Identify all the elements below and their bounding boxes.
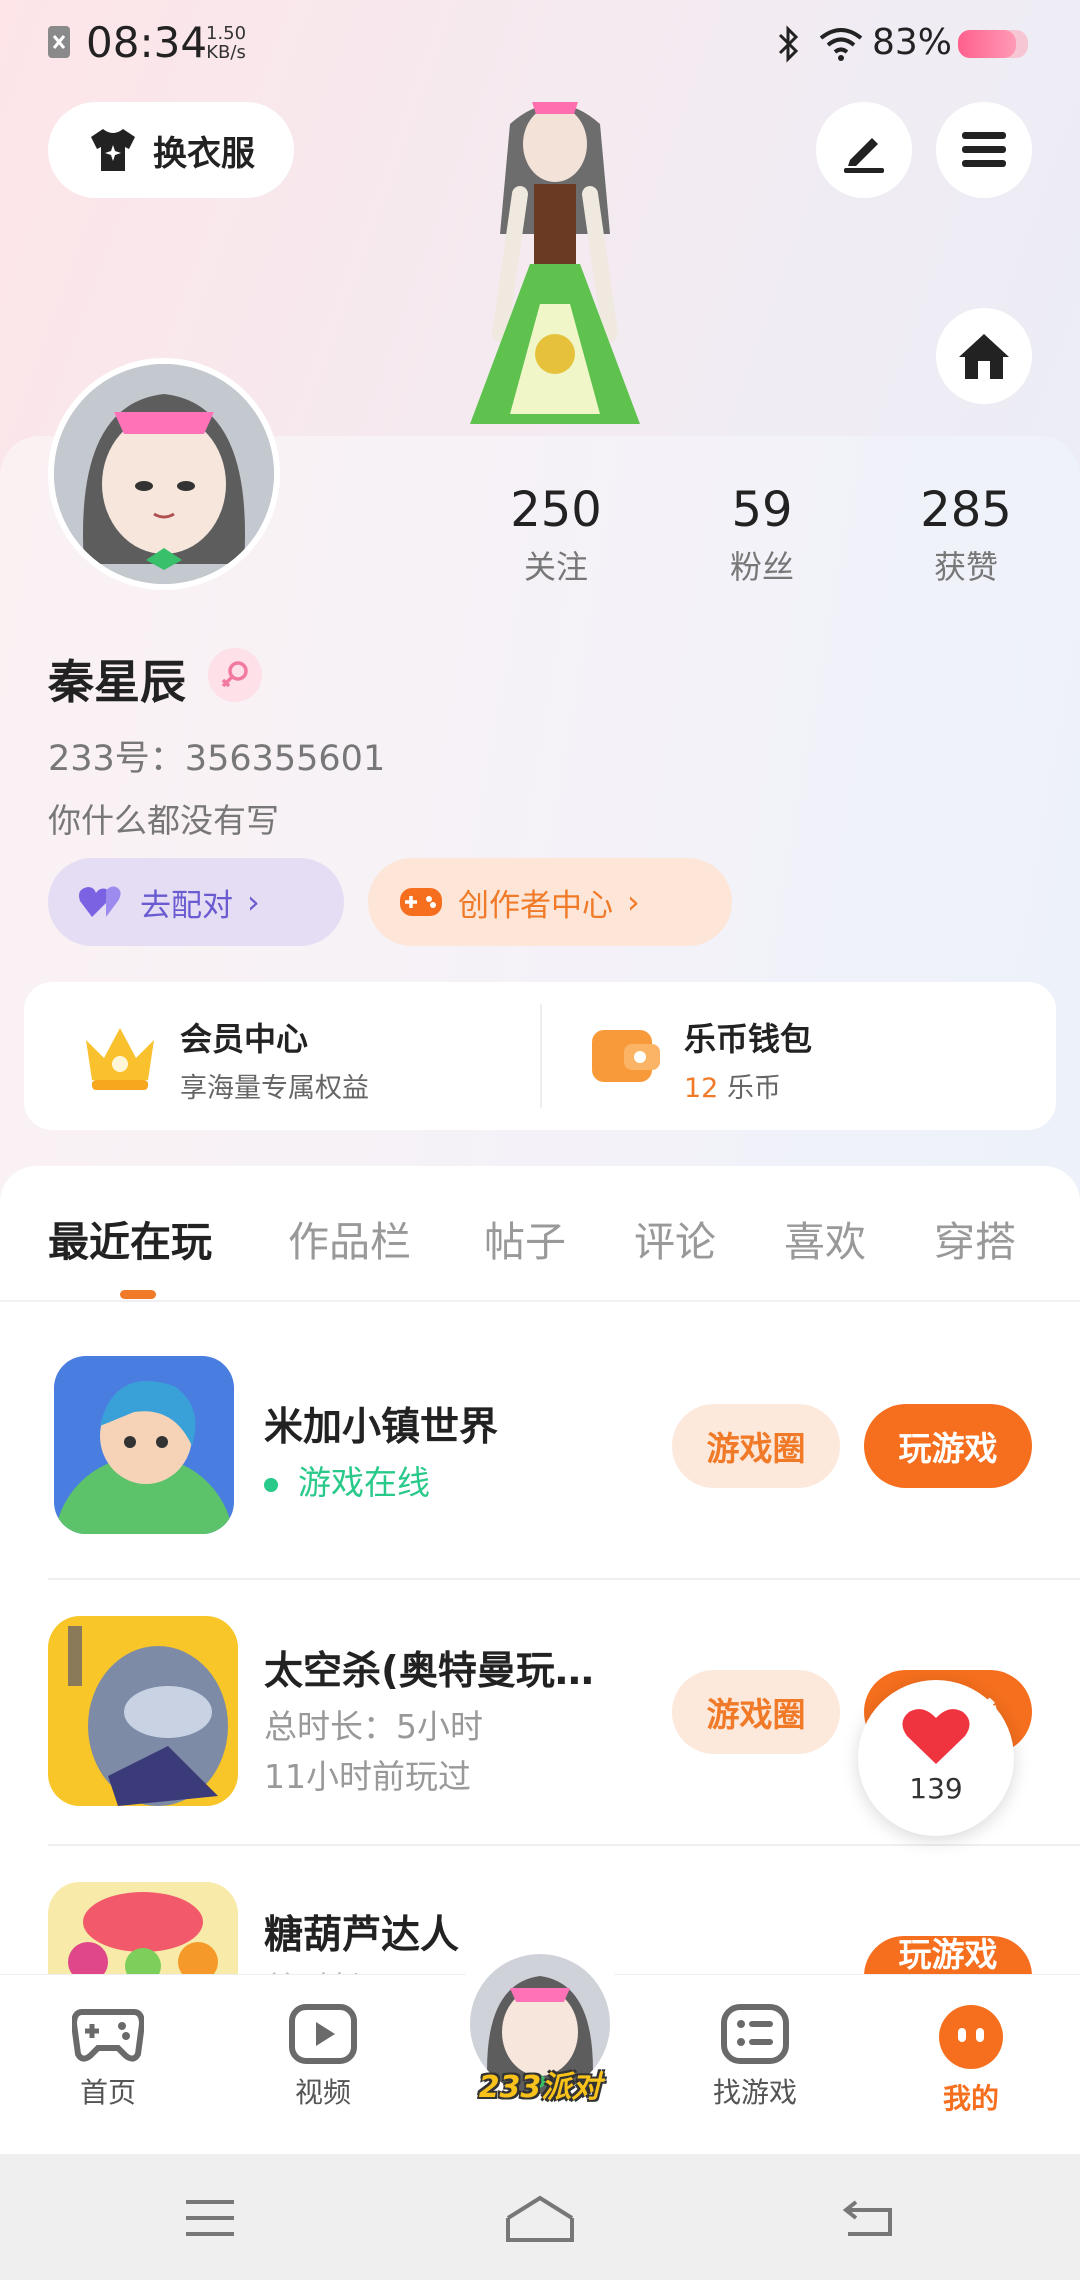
back-nav-icon[interactable] <box>842 2198 894 2238</box>
heart-icon <box>902 1709 970 1764</box>
nav-label: 找游戏 <box>712 2076 797 2109</box>
tshirt-icon <box>91 129 135 171</box>
gamepad-icon <box>70 2009 146 2062</box>
sim-off-icon <box>48 26 70 58</box>
nav-label: 我的 <box>942 2082 999 2115</box>
like-count: 139 <box>909 1772 963 1805</box>
nav-find-games[interactable]: 找游戏 <box>680 2004 830 2111</box>
game-title[interactable]: 米加小镇世界 <box>264 1396 498 1452</box>
game-icon[interactable] <box>48 1616 238 1806</box>
stat-value: 285 <box>920 482 1012 538</box>
wallet-unit: 乐币 <box>726 1073 781 1104</box>
stat-label: 获赞 <box>933 548 998 586</box>
play-game-button[interactable]: 玩游戏 <box>864 1404 1032 1488</box>
wallet-amount: 12 <box>684 1073 719 1104</box>
video-play-icon <box>289 2004 357 2064</box>
divider <box>48 1844 1080 1846</box>
chevron-right-icon: › <box>627 883 640 921</box>
crown-icon <box>86 1028 154 1090</box>
system-nav-bar <box>0 2154 1080 2280</box>
edit-profile-button[interactable] <box>816 102 912 198</box>
game-icon[interactable] <box>48 1882 238 1976</box>
vip-subtitle: 享海量专属权益 <box>180 1073 369 1104</box>
tab-indicator <box>120 1290 156 1299</box>
battery-icon <box>958 30 1028 58</box>
heart-pair-icon <box>79 886 121 917</box>
nav-label: 首页 <box>79 2076 136 2109</box>
game-status: 游戏在线 <box>264 1456 430 1504</box>
vip-center-entry[interactable]: 会员中心 享海量专属权益 <box>24 982 540 1130</box>
game-title[interactable]: 糖葫芦达人 <box>264 1904 459 1960</box>
benefits-card: 会员中心 享海量专属权益 乐币钱包 12 乐币 <box>24 982 1056 1130</box>
nav-mine[interactable]: 我的 <box>896 2004 1046 2117</box>
username: 秦星辰 <box>48 655 186 709</box>
online-label: 游戏在线 <box>298 1463 430 1502</box>
divider <box>0 1300 1080 1302</box>
divider <box>48 1578 1080 1580</box>
stat-value: 59 <box>731 482 793 538</box>
gender-female-icon <box>208 648 262 702</box>
tab-works[interactable]: 作品栏 <box>288 1208 411 1268</box>
nav-home[interactable]: 首页 <box>33 2004 183 2111</box>
tab-outfits[interactable]: 穿搭 <box>934 1208 1016 1268</box>
battery-percent: 83% <box>872 22 953 63</box>
tab-recent[interactable]: 最近在玩 <box>48 1208 212 1268</box>
gamepad-icon <box>400 888 442 916</box>
pen-icon <box>844 138 884 173</box>
stat-fans[interactable]: 59 粉丝 <box>672 482 852 588</box>
home-nav-icon[interactable] <box>504 2194 576 2242</box>
status-time: 08:34 <box>86 18 208 67</box>
online-dot-icon <box>264 1477 278 1492</box>
stat-label: 粉丝 <box>729 548 794 586</box>
status-bar: 08:34 1.50 KB/s 83% <box>0 0 1080 90</box>
avatar-portrait-image <box>54 364 274 584</box>
creator-center-button[interactable]: 创作者中心 › <box>368 858 732 946</box>
tab-comments[interactable]: 评论 <box>634 1208 716 1268</box>
game-playtime: 总时长：5小时 <box>264 1707 483 1746</box>
wallet-title: 乐币钱包 <box>684 1020 813 1058</box>
avatar[interactable] <box>48 358 280 590</box>
bluetooth-icon <box>778 25 799 63</box>
change-outfit-label: 换衣服 <box>153 133 255 174</box>
avatar-character-image <box>470 102 640 424</box>
network-speed: 1.50 KB/s <box>206 23 247 63</box>
list-icon <box>721 2004 789 2064</box>
change-outfit-button[interactable]: 换衣服 <box>48 102 294 198</box>
menu-button[interactable] <box>936 102 1032 198</box>
play-game-button[interactable]: 玩游戏 <box>864 1936 1032 1976</box>
like-float-button[interactable]: 139 <box>858 1680 1014 1836</box>
house-icon <box>959 334 1009 379</box>
bio-text: 你什么都没有写 <box>48 801 279 840</box>
stat-label: 关注 <box>523 548 588 586</box>
user-id: 233号：356355601 <box>48 739 386 779</box>
wallet-entry[interactable]: 乐币钱包 12 乐币 <box>542 982 1056 1130</box>
menu-icon <box>962 132 1006 167</box>
nav-party[interactable]: 233派对 <box>452 1934 628 2110</box>
tab-likes[interactable]: 喜欢 <box>784 1208 866 1268</box>
stat-likes[interactable]: 285 获赞 <box>876 482 1056 588</box>
vip-title: 会员中心 <box>180 1020 309 1058</box>
stat-following[interactable]: 250 关注 <box>466 482 646 588</box>
pair-button[interactable]: 去配对 › <box>48 858 344 946</box>
stat-value: 250 <box>510 482 602 538</box>
pair-label: 去配对 <box>140 887 233 924</box>
creator-center-label: 创作者中心 <box>458 887 613 924</box>
wifi-icon <box>819 28 863 61</box>
recent-apps-icon[interactable] <box>184 2198 236 2238</box>
home-space-button[interactable] <box>936 308 1032 404</box>
game-icon[interactable] <box>54 1356 234 1534</box>
nav-video[interactable]: 视频 <box>248 2004 398 2111</box>
game-circle-button[interactable]: 游戏圈 <box>672 1670 840 1754</box>
wallet-balance: 12 乐币 <box>684 1066 812 1105</box>
game-title[interactable]: 太空杀(奥特曼玩… <box>264 1640 594 1696</box>
tab-posts[interactable]: 帖子 <box>484 1208 566 1268</box>
game-last-played: 11小时前玩过 <box>264 1757 471 1796</box>
party-logo-text: 233派对 <box>478 2070 602 2105</box>
mine-face-icon <box>939 2005 1003 2069</box>
chevron-right-icon: › <box>247 883 260 921</box>
game-circle-button[interactable]: 游戏圈 <box>672 1404 840 1488</box>
wallet-icon <box>592 1030 660 1082</box>
nav-label: 视频 <box>294 2076 351 2109</box>
